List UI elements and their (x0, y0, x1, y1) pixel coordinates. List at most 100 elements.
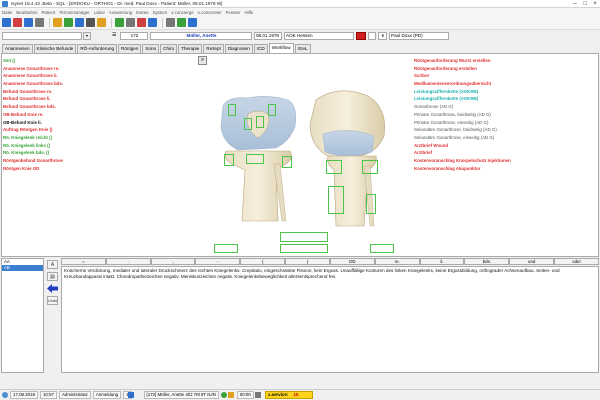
format-icon[interactable]: A (47, 260, 58, 269)
workflow-item[interactable]: Sekundäre Gonarthrose, beidseitig (AD G) (414, 126, 598, 134)
workflow-item[interactable]: OB-Befund Knie li. (3, 119, 193, 127)
maximize-button[interactable]: □ (580, 0, 590, 8)
patient-search-field[interactable] (2, 32, 82, 40)
region-box[interactable] (282, 156, 292, 168)
workflow-item[interactable]: Befund Gonarthrose re. (3, 88, 193, 96)
workflow-item[interactable]: Arztbrief (414, 149, 598, 157)
patient-name[interactable]: Müller, Anette (150, 32, 252, 40)
region-box[interactable] (224, 154, 234, 166)
region-box[interactable] (268, 104, 276, 116)
workflow-item[interactable]: Rö. Kniegelenk links () (3, 142, 193, 150)
region-box[interactable] (214, 244, 238, 253)
fax-icon[interactable] (86, 18, 95, 27)
tab-klinische-befunde[interactable]: Klinische Befunde (33, 44, 77, 53)
save-icon[interactable] (24, 18, 33, 27)
menu-item[interactable]: System (153, 10, 168, 15)
phrase-button[interactable]: - (195, 258, 241, 265)
phrase-button[interactable]: oder (554, 258, 599, 265)
findings-text-area[interactable]: Knöcherne Verdickung, medialer und later… (61, 266, 599, 373)
workflow-item[interactable]: Rö. Kniegelenk re/cht () (3, 134, 193, 142)
workflow-item[interactable]: Primäre Gonarthrose, einseitig (AD G) (414, 119, 598, 127)
region-box[interactable] (228, 104, 236, 116)
phrase-button[interactable]: = (61, 258, 106, 265)
workflow-item[interactable]: Seit () (3, 57, 193, 65)
menu-item[interactable]: Fenster (226, 10, 241, 15)
workflow-item[interactable]: Leistungsziffernkette (XOKRB) (414, 88, 598, 96)
new-icon[interactable] (2, 18, 11, 27)
tab-igel[interactable]: IGeL (294, 44, 311, 53)
close-button[interactable]: × (590, 0, 600, 8)
print-icon[interactable] (35, 18, 44, 27)
help-icon[interactable] (188, 18, 197, 27)
workflow-item[interactable]: Kostenvoranschlag Akupunktur (414, 165, 598, 173)
region-box[interactable] (370, 244, 394, 253)
region-box[interactable] (366, 194, 376, 214)
text-icon[interactable]: ▤ (47, 272, 58, 281)
menu-item[interactable]: Terminmanager (59, 10, 90, 15)
chart-icon[interactable] (115, 18, 124, 27)
workflow-item[interactable]: Röntgenanforderung erstellen (414, 65, 598, 73)
euro-field[interactable]: € (378, 32, 387, 40)
phrase-button[interactable]: ) (285, 258, 330, 265)
tab-chiro[interactable]: Chiro (160, 44, 178, 53)
tab-diagnosen[interactable]: Diagnosen (224, 44, 253, 53)
doctor-field[interactable]: Paul Doxx (PD) (389, 32, 449, 40)
workflow-item[interactable]: Gonarthrose (AD G) (414, 103, 598, 111)
x-service-badge[interactable]: x.service: 15 (265, 391, 313, 399)
letter-icon[interactable] (75, 18, 84, 27)
tab-sono[interactable]: Sono (142, 44, 160, 53)
calendar-icon[interactable] (53, 18, 62, 27)
phrase-button[interactable]: . (105, 258, 151, 265)
dropdown-button[interactable]: ▾ (83, 32, 91, 40)
workflow-item[interactable]: Sekundäre Gonarthrose, einseitig (AD G) (414, 134, 598, 142)
menu-item[interactable]: Datei (2, 10, 12, 15)
tab-rezept[interactable]: Rezept (203, 44, 224, 53)
workflow-item[interactable]: Befund Gonarthrose li. (3, 95, 193, 103)
menu-item[interactable]: Labor (94, 10, 105, 15)
workflow-item[interactable]: Leistungsziffernkette (XOKRB) (414, 95, 598, 103)
region-box[interactable] (326, 160, 342, 174)
workflow-item[interactable]: Anamnese Gonarthrose li. (3, 72, 193, 80)
tab-therapie[interactable]: Therapie (178, 44, 203, 53)
invoice-icon[interactable] (137, 18, 146, 27)
workflow-item[interactable]: Befund Gonarthrose bds. (3, 103, 193, 111)
tab-workflow[interactable]: Workflow (268, 43, 294, 53)
menu-item[interactable]: x.concierge (171, 10, 193, 15)
phrase-button[interactable]: re. (374, 258, 420, 265)
patient-icon[interactable] (13, 18, 22, 27)
region-box[interactable] (280, 232, 328, 242)
lab-icon[interactable] (64, 18, 73, 27)
undo-button[interactable]: Undo (47, 296, 58, 305)
phrase-button[interactable]: ( (240, 258, 286, 265)
tab-anamnesen[interactable]: Anamnesen (2, 44, 33, 53)
tab-icd[interactable]: ICD (253, 44, 268, 53)
region-box[interactable] (246, 154, 264, 164)
phrase-button[interactable]: bds. (464, 258, 510, 265)
blue-arrow-icon[interactable] (47, 284, 58, 293)
workflow-item[interactable]: Arztbrief Wound (414, 142, 598, 150)
menu-item[interactable]: Auswertung (109, 10, 132, 15)
workflow-item[interactable]: Auftrag Röntgen Knie () (3, 126, 193, 134)
text-module-item[interactable]: AB (2, 265, 43, 271)
phone-icon[interactable] (177, 18, 186, 27)
workflow-item[interactable]: Röntgen Knie OD (3, 165, 193, 173)
region-box[interactable] (256, 116, 264, 128)
phrase-button[interactable]: und (509, 258, 555, 265)
mail-icon[interactable] (97, 18, 106, 27)
scan-icon[interactable] (126, 18, 135, 27)
workflow-item[interactable]: Kostenvoranschlag Knorpelschutz Injektio… (414, 157, 598, 165)
phrase-button[interactable]: DD (329, 258, 375, 265)
phrase-button[interactable]: li. (419, 258, 465, 265)
tab-r-anforderung[interactable]: RÖ-Anforderung (77, 44, 118, 53)
menu-item[interactable]: x.comcenter (198, 10, 222, 15)
alert-flag-icon[interactable] (356, 32, 366, 40)
region-box[interactable] (328, 186, 344, 214)
workflow-item[interactable]: Medikamentenverordnungsübersicht (414, 80, 598, 88)
region-box[interactable] (244, 118, 252, 130)
menu-item[interactable]: Patient (42, 10, 56, 15)
calc-icon[interactable] (148, 18, 157, 27)
workflow-item[interactable]: Röntgenanforderung Wurst erstellen (414, 57, 598, 65)
menu-item[interactable]: Bearbeiten (16, 10, 37, 15)
workflow-item[interactable]: Anamnese Gonarthrose bds. (3, 80, 193, 88)
workflow-item[interactable]: Primäre Gonarthrose, beidseitig (AD G) (414, 111, 598, 119)
